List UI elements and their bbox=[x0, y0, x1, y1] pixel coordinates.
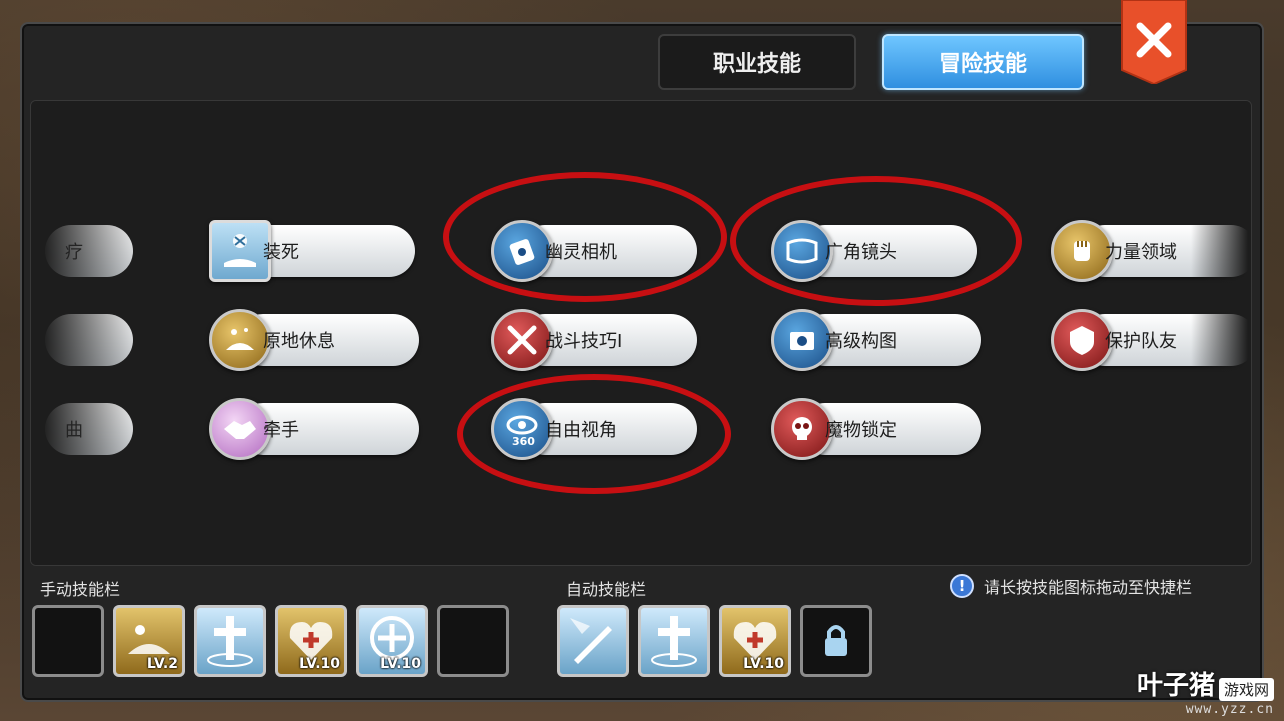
level-badge: LV.10 bbox=[380, 656, 421, 672]
skill-combat-technique[interactable]: 战斗技巧I bbox=[491, 309, 697, 371]
cross-icon bbox=[651, 616, 697, 667]
manual-bar-label: 手动技能栏 bbox=[40, 580, 121, 599]
skill-advanced-composition[interactable]: 高级构图 bbox=[771, 309, 981, 371]
watermark-url: www.yzz.cn bbox=[1185, 702, 1274, 717]
skill-monster-lock[interactable]: 魔物锁定 bbox=[771, 398, 981, 460]
close-button[interactable] bbox=[1120, 0, 1188, 84]
shield-icon bbox=[1051, 309, 1113, 371]
rest-icon bbox=[209, 309, 271, 371]
fist-icon bbox=[1051, 220, 1113, 282]
level-badge: LV.10 bbox=[299, 656, 340, 672]
auto-slot-skill[interactable]: LV.10 bbox=[719, 605, 791, 677]
play-dead-icon bbox=[209, 220, 271, 282]
manual-slot-skill[interactable] bbox=[194, 605, 266, 677]
highlight-ellipse bbox=[457, 374, 731, 494]
skill-label: 魔物锁定 bbox=[825, 420, 897, 441]
drag-hint: ! 请长按技能图标拖动至快捷栏 bbox=[950, 574, 1192, 598]
manual-slot-empty[interactable] bbox=[32, 605, 104, 677]
camera-icon bbox=[771, 309, 833, 371]
lock-icon bbox=[825, 625, 847, 656]
right-fade bbox=[1191, 101, 1251, 565]
manual-slot-skill[interactable]: LV.10 bbox=[275, 605, 347, 677]
skull-icon bbox=[771, 398, 833, 460]
tab-adventure-skills[interactable]: 冒险技能 bbox=[882, 34, 1084, 90]
info-icon: ! bbox=[950, 574, 974, 598]
level-badge: LV.10 bbox=[743, 656, 784, 672]
auto-slot-locked[interactable] bbox=[800, 605, 872, 677]
close-icon bbox=[1121, 0, 1187, 84]
level-badge: LV.2 bbox=[146, 656, 178, 672]
skill-label: 保护队友 bbox=[1105, 331, 1177, 352]
skill-label: 战斗技巧I bbox=[545, 331, 623, 352]
tab-job-skills[interactable]: 职业技能 bbox=[658, 34, 856, 90]
cross-icon bbox=[207, 616, 253, 667]
skill-label: 原地休息 bbox=[263, 331, 335, 352]
skill-play-dead[interactable]: 装死 bbox=[209, 220, 415, 282]
manual-slot-skill[interactable]: LV.10 bbox=[356, 605, 428, 677]
watermark: 叶子猪 游戏网 www.yzz.cn bbox=[1137, 665, 1274, 717]
watermark-name: 叶子猪 bbox=[1136, 671, 1215, 701]
skills-area: 疗 曲 装死 原地休息 牵手 幽灵相机 bbox=[30, 100, 1252, 566]
manual-slot-skill[interactable]: LV.2 bbox=[113, 605, 185, 677]
watermark-box: 游戏网 bbox=[1218, 678, 1274, 701]
skill-label: 装死 bbox=[263, 242, 299, 263]
skill-label: 力量领域 bbox=[1105, 242, 1177, 263]
auto-slot-skill[interactable] bbox=[638, 605, 710, 677]
handshake-icon bbox=[209, 398, 271, 460]
hint-text: 请长按技能图标拖动至快捷栏 bbox=[984, 578, 1193, 597]
manual-slot-empty[interactable] bbox=[437, 605, 509, 677]
skill-label: 牵手 bbox=[263, 420, 299, 441]
highlight-ellipse bbox=[443, 172, 727, 302]
skill-label: 高级构图 bbox=[825, 331, 897, 352]
auto-slot-skill[interactable] bbox=[557, 605, 629, 677]
sword-icon bbox=[570, 618, 612, 664]
skill-hold-hands[interactable]: 牵手 bbox=[209, 398, 419, 460]
auto-bar-label: 自动技能栏 bbox=[566, 580, 647, 599]
highlight-ellipse bbox=[730, 176, 1022, 306]
left-fade bbox=[31, 101, 141, 565]
crossed-swords-icon bbox=[491, 309, 553, 371]
skill-rest[interactable]: 原地休息 bbox=[209, 309, 419, 371]
